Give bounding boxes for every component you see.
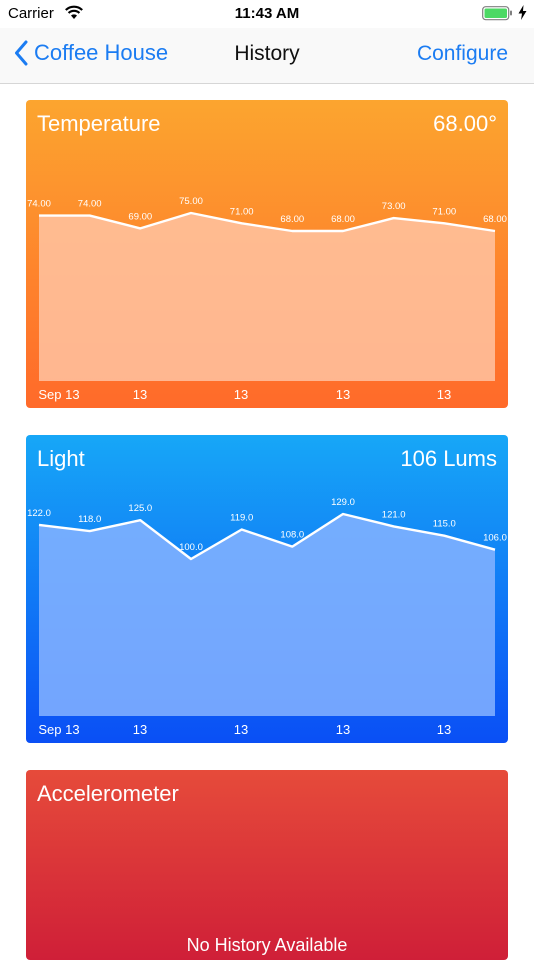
data-label: 100.0: [179, 542, 203, 553]
data-label: 73.00: [382, 201, 406, 212]
chart-area: [39, 514, 495, 716]
x-tick-label: 13: [336, 387, 350, 402]
no-history-message: No History Available: [186, 935, 348, 955]
light-chart: 122.0 118.0 125.0 100.0 119.0 108.0 129.0 121.0…: [27, 497, 507, 737]
data-label: 106.0: [483, 533, 507, 544]
battery-icon: [482, 6, 512, 21]
x-tick-label: 13: [133, 722, 147, 737]
x-tick-label: 13: [234, 387, 248, 402]
light-card: 122.0 118.0 125.0 100.0 119.0 108.0 129.0 121.0…: [26, 435, 508, 743]
data-label: 68.00: [331, 214, 355, 225]
accelerometer-card: Accelerometer No History Available: [26, 770, 508, 960]
data-label: 129.0: [331, 497, 355, 508]
data-label: 71.00: [230, 206, 254, 217]
data-label: 69.00: [128, 211, 152, 222]
data-label: 108.0: [280, 530, 304, 541]
card-title-light: Light: [37, 446, 85, 471]
data-label: 119.0: [230, 513, 253, 524]
data-label: 125.0: [128, 503, 152, 514]
x-tick-label: 13: [336, 722, 350, 737]
data-label: 121.0: [382, 509, 406, 520]
x-tick-label: 13: [437, 722, 451, 737]
data-label: 71.00: [432, 206, 456, 217]
status-bar: Carrier 11:43 AM: [0, 0, 534, 28]
data-label: 68.00: [483, 214, 507, 225]
card-title-temperature: Temperature: [37, 111, 161, 136]
temperature-chart: 74.00 74.00 69.00 75.00 71.00 68.00 68.00 73.00…: [27, 196, 507, 402]
chart-area: [39, 213, 495, 381]
data-label: 75.00: [179, 196, 203, 207]
charge-icon: [518, 5, 527, 20]
data-label: 74.00: [78, 199, 102, 210]
x-tick-label: 13: [133, 387, 147, 402]
x-tick-label: Sep 13: [38, 387, 79, 402]
x-tick-label: 13: [437, 387, 451, 402]
card-title-accelerometer: Accelerometer: [37, 781, 179, 806]
data-label: 68.00: [280, 214, 304, 225]
status-time: 11:43 AM: [234, 5, 300, 22]
data-label: 122.0: [27, 508, 51, 519]
x-tick-label: Sep 13: [38, 722, 79, 737]
temperature-card: 74.00 74.00 69.00 75.00 71.00 68.00 68.00 73.00…: [26, 100, 508, 408]
data-label: 74.00: [27, 199, 51, 210]
data-label: 115.0: [433, 519, 456, 530]
navigation-bar: Coffee House History Configure: [0, 28, 534, 84]
data-label: 118.0: [78, 514, 101, 525]
x-tick-label: 13: [234, 722, 248, 737]
configure-button[interactable]: Configure: [417, 42, 508, 66]
card-value-temperature: 68.00°: [433, 111, 497, 136]
card-value-light: 106 Lums: [400, 446, 497, 471]
